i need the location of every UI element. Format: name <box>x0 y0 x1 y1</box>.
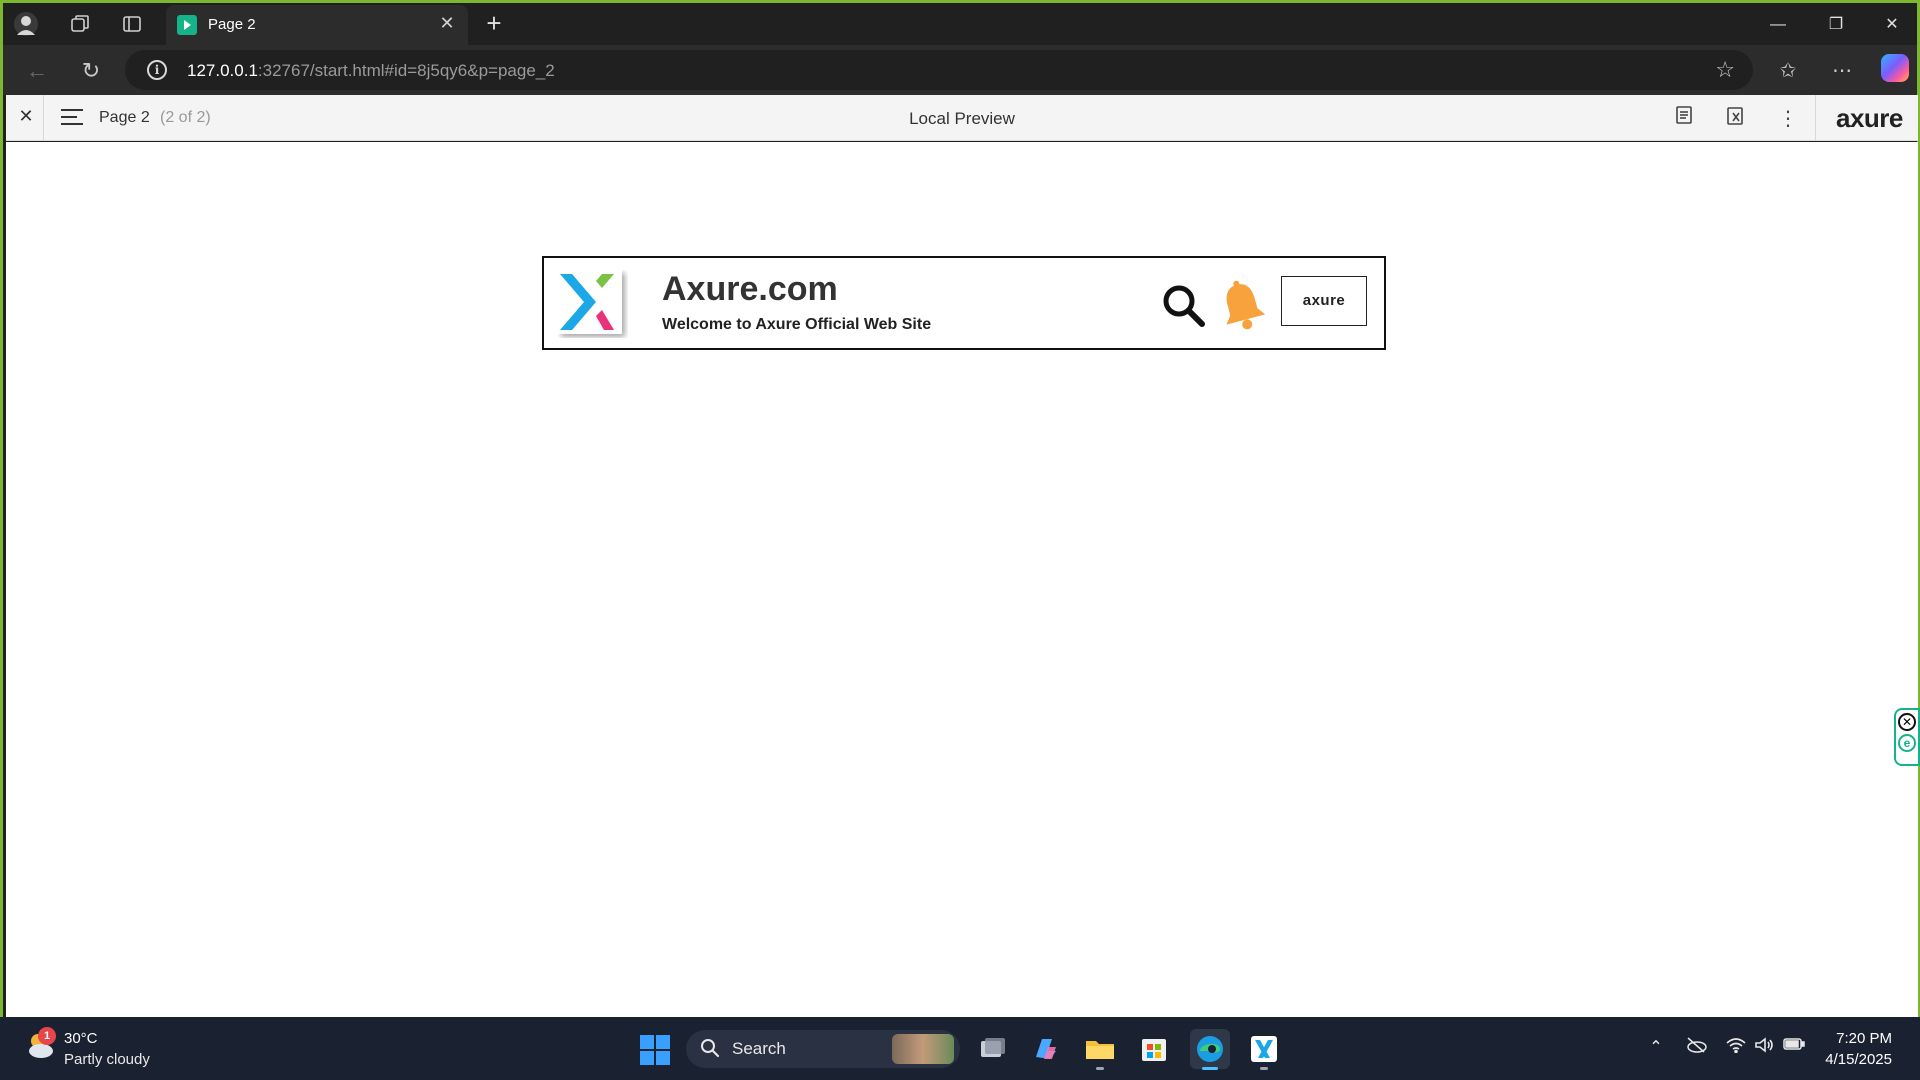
more-vertical-icon[interactable]: ⋮ <box>1774 105 1802 133</box>
taskbar-search[interactable]: Search <box>686 1030 960 1068</box>
edge-extension-icon[interactable]: e <box>1898 734 1916 752</box>
app-indicator <box>1096 1067 1104 1070</box>
weather-description[interactable]: Partly cloudy <box>64 1051 150 1068</box>
favorite-star-icon[interactable]: ☆ <box>1715 57 1735 83</box>
prototype-canvas: Axure.com Welcome to Axure Official Web … <box>6 142 1920 1020</box>
weather-temperature[interactable]: 30°C <box>64 1030 98 1047</box>
taskbar: 1 30°C Partly cloudy Search ⌃ 7:20 PM 4/… <box>0 1017 1920 1080</box>
vertical-tabs-icon[interactable] <box>119 11 145 37</box>
search-highlight-image <box>892 1034 954 1064</box>
copilot-icon[interactable] <box>1881 54 1909 82</box>
axure-favicon-icon <box>177 15 197 35</box>
minimize-icon[interactable]: — <box>1755 11 1801 39</box>
tab-page-2[interactable]: Page 2 ✕ <box>166 5 468 45</box>
weather-badge: 1 <box>38 1027 56 1045</box>
workspaces-icon[interactable] <box>67 11 93 37</box>
axure-x-logo-icon <box>558 270 622 334</box>
windows-start-icon[interactable] <box>640 1035 670 1065</box>
inspect-icon[interactable] <box>1722 105 1750 133</box>
wifi-icon[interactable] <box>1724 1037 1748 1058</box>
edge-browser-icon[interactable] <box>1190 1029 1230 1070</box>
page-count: (2 of 2) <box>160 109 211 126</box>
address-bar[interactable]: i 127.0.0.1:32767/start.html#id=8j5qy6&p… <box>125 50 1753 90</box>
app-indicator <box>1202 1067 1218 1070</box>
header-widget: Axure.com Welcome to Axure Official Web … <box>542 256 1386 350</box>
search-icon[interactable] <box>1160 282 1206 328</box>
file-explorer-icon[interactable] <box>1080 1029 1120 1070</box>
page-menu-icon[interactable] <box>61 109 83 125</box>
close-circle-icon[interactable]: ✕ <box>1898 713 1916 731</box>
site-subtitle: Welcome to Axure Official Web Site <box>662 316 932 333</box>
divider <box>1815 95 1816 141</box>
search-icon <box>701 1039 720 1058</box>
title-bar: Page 2 ✕ + — ❐ ✕ <box>3 3 1917 45</box>
close-icon[interactable]: ✕ <box>14 106 38 127</box>
site-title: Axure.com <box>662 270 838 308</box>
favorites-icon[interactable]: ✩ <box>1771 55 1805 87</box>
axure-button[interactable]: axure <box>1281 276 1367 326</box>
search-label: Search <box>732 1039 786 1058</box>
volume-icon[interactable] <box>1752 1037 1776 1058</box>
tab-close-icon[interactable]: ✕ <box>436 13 458 34</box>
new-tab-icon[interactable]: + <box>481 9 507 37</box>
restore-icon[interactable]: ❐ <box>1813 11 1859 39</box>
clock-date[interactable]: 4/15/2025 <box>1812 1051 1892 1068</box>
divider <box>43 95 44 141</box>
refresh-icon[interactable]: ↻ <box>75 55 107 87</box>
chevron-up-icon[interactable]: ⌃ <box>1644 1037 1668 1057</box>
task-view-icon[interactable] <box>972 1029 1012 1069</box>
app-indicator <box>1260 1067 1268 1070</box>
battery-icon[interactable] <box>1782 1037 1806 1056</box>
url-text[interactable]: 127.0.0.1:32767/start.html#id=8j5qy6&p=p… <box>187 61 555 81</box>
clock-time[interactable]: 7:20 PM <box>1812 1030 1892 1047</box>
side-tools: ✕ e <box>1894 708 1920 766</box>
copilot-app-icon[interactable] <box>1026 1029 1066 1069</box>
page-name: Page 2 <box>99 109 150 126</box>
onedrive-offline-icon[interactable] <box>1684 1037 1708 1058</box>
axure-logo[interactable]: axure <box>1836 103 1903 134</box>
navigation-bar: ← ↻ i 127.0.0.1:32767/start.html#id=8j5q… <box>3 45 1917 95</box>
preview-title: Local Preview <box>909 109 1015 128</box>
bell-icon[interactable] <box>1214 278 1270 332</box>
axure-rp-icon[interactable] <box>1244 1029 1284 1070</box>
site-info-icon[interactable]: i <box>147 60 167 80</box>
browser-window: Page 2 ✕ + — ❐ ✕ ← ↻ i 127.0.0.1:32767/s… <box>0 0 1920 1020</box>
back-arrow-icon[interactable]: ← <box>21 55 53 87</box>
window-close-icon[interactable]: ✕ <box>1869 11 1915 39</box>
tab-title: Page 2 <box>208 16 256 33</box>
profile-avatar-icon[interactable] <box>13 11 39 37</box>
microsoft-store-icon[interactable] <box>1134 1029 1174 1069</box>
notes-icon[interactable] <box>1670 105 1698 133</box>
more-options-icon[interactable]: ⋯ <box>1825 55 1859 87</box>
axure-toolbar: ✕ Page 2 (2 of 2) Local Preview ⋮ axure <box>6 95 1918 141</box>
